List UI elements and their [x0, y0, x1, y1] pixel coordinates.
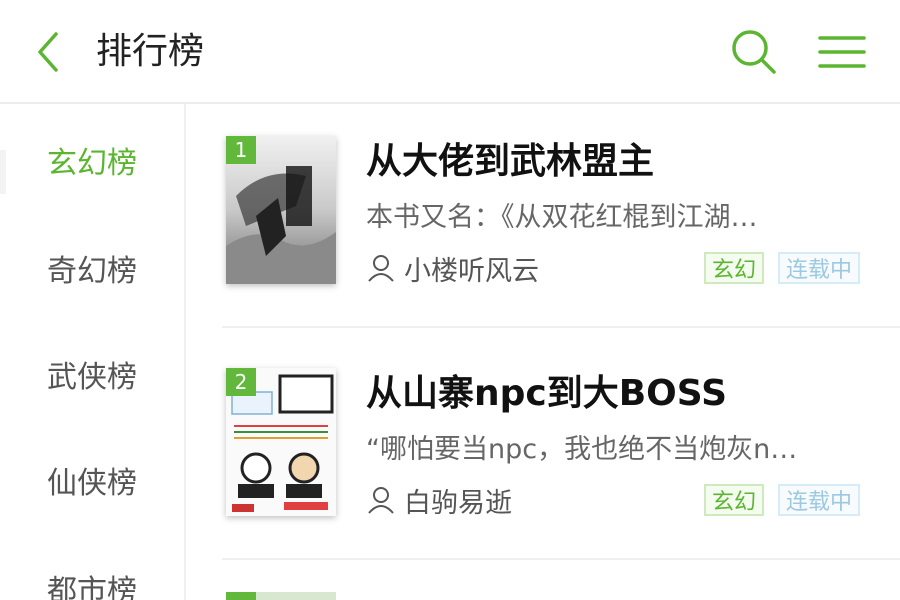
sidebar-item-dushi[interactable]: 都市榜	[0, 558, 184, 600]
rank-badge: 1	[226, 136, 256, 164]
search-icon	[732, 30, 776, 74]
book-description: “哪怕要当npc，我也绝不当炮灰n…	[366, 434, 798, 465]
book-list-item[interactable]: 1 从大佬到武林盟主 本书又名：《从双花红棍到江湖… 小楼听风云 玄幻 连载中	[222, 136, 900, 336]
rank-badge	[226, 592, 256, 600]
divider	[222, 558, 900, 560]
ranking-screen: 排行榜 玄幻榜 奇幻榜 武侠榜 仙侠榜 都市榜 1 从大佬到武林盟主 本书又名：…	[0, 0, 900, 600]
back-button[interactable]	[28, 24, 68, 80]
genre-tag: 玄幻	[704, 484, 764, 516]
author-name: 小楼听风云	[404, 255, 539, 287]
book-title[interactable]: 从大佬到武林盟主	[366, 138, 654, 186]
sidebar-item-wuxia[interactable]: 武侠榜	[0, 344, 184, 404]
sidebar-item-xuanhuan[interactable]: 玄幻榜	[0, 130, 184, 194]
author-name: 白驹易逝	[404, 487, 512, 519]
book-author: 白驹易逝	[366, 480, 512, 520]
divider	[222, 326, 900, 328]
book-list-item[interactable]: 2 从山寨npc到大BOSS “哪怕要当npc，我也绝不当炮灰n… 白驹易逝 玄…	[222, 368, 900, 568]
status-tag: 连载中	[778, 252, 860, 284]
status-tag: 连载中	[778, 484, 860, 516]
user-icon	[368, 255, 394, 282]
book-author: 小楼听风云	[366, 248, 539, 288]
search-button[interactable]	[728, 26, 780, 78]
menu-icon	[818, 36, 866, 68]
category-sidebar: 玄幻榜 奇幻榜 武侠榜 仙侠榜 都市榜	[0, 104, 186, 600]
sidebar-item-qihuan[interactable]: 奇幻榜	[0, 238, 184, 298]
page-title: 排行榜	[96, 31, 205, 72]
chevron-left-icon	[38, 32, 58, 72]
top-bar: 排行榜	[0, 0, 900, 104]
user-icon	[368, 487, 394, 514]
menu-button[interactable]	[814, 26, 868, 78]
sidebar-item-xianxia[interactable]: 仙侠榜	[0, 450, 184, 510]
genre-tag: 玄幻	[704, 252, 764, 284]
book-description: 本书又名：《从双花红棍到江湖…	[366, 202, 758, 233]
rank-badge: 2	[226, 368, 256, 396]
book-title[interactable]: 从山寨npc到大BOSS	[366, 370, 727, 418]
